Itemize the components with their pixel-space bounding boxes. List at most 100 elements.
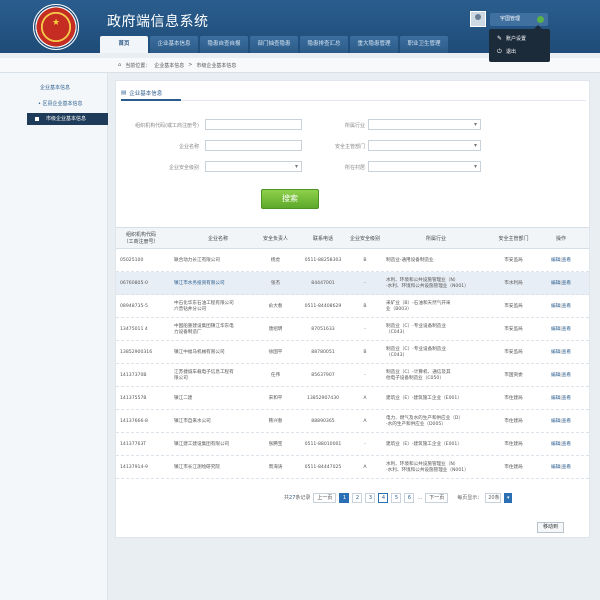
view-link[interactable]: 查看	[562, 258, 571, 264]
edit-link[interactable]: 编辑	[551, 350, 560, 356]
view-link[interactable]: 查看	[562, 304, 571, 310]
home-icon[interactable]: ⌂	[118, 62, 121, 69]
page-3-button[interactable]: 3	[365, 492, 376, 503]
col-phone: 联系电话	[312, 235, 333, 242]
page-6-button[interactable]: 6	[404, 492, 415, 503]
page-5-button[interactable]: 5	[391, 492, 402, 503]
location-select[interactable]	[368, 161, 481, 172]
cell-industry: 制造业（C）-专业设备制造业 （C043）	[386, 323, 446, 335]
wrench-icon: ✎	[497, 35, 503, 42]
edit-link[interactable]: 编辑	[551, 396, 560, 402]
prev-page-button[interactable]: 上一页	[313, 492, 337, 503]
breadcrumb-item[interactable]: 市级企业基本信息	[196, 62, 236, 69]
edit-link[interactable]: 编辑	[551, 442, 560, 448]
edit-link[interactable]: 编辑	[551, 465, 560, 471]
breadcrumb-prefix: 当前位置：	[125, 63, 151, 69]
user-dropdown: ✎ 账户设置 ⏻ 退出	[489, 25, 550, 62]
menu-item-account-settings[interactable]: ✎ 账户设置	[497, 33, 526, 45]
col-level: 企业安全级别	[349, 235, 380, 242]
view-link[interactable]: 查看	[562, 373, 571, 379]
cell-code: 13475011 4	[120, 326, 148, 332]
view-link[interactable]: 查看	[562, 350, 571, 356]
tab-dept-inspection[interactable]: 部门抽查隐患	[250, 36, 298, 53]
edit-link[interactable]: 编辑	[551, 327, 560, 333]
table-row[interactable]: 08948735-5 中石化华东石油工程有限公司 六普钻井分公司 俞大春 0511-8…	[116, 295, 589, 318]
cell-level: A	[363, 395, 367, 401]
cell-phone: 84447001	[311, 280, 335, 286]
cell-person: 张腾宝	[268, 441, 283, 447]
app-title: 政府端信息系统	[107, 14, 209, 30]
breadcrumb-item[interactable]: 企业基本信息	[154, 62, 184, 69]
pagination: 共27条记录 上一页 1 2 3 4 5 6 ... 下一页 每页显示： 20条…	[284, 492, 513, 503]
table-row[interactable]: 14137370B 江苏捷诚车载电子信息工程有 限公司 任伟 85637907 - 制造业…	[116, 364, 589, 387]
tab-enterprise-info[interactable]: 企业基本信息	[150, 36, 198, 53]
table-row[interactable]: 14137557B 镇江二建 宋和平 13852907430 A 建筑业（E）-建筑施工企…	[116, 387, 589, 410]
sidebar-item-label: 区县企业基本信息	[42, 101, 83, 107]
industry-select[interactable]	[368, 119, 481, 130]
view-link[interactable]: 查看	[562, 327, 571, 333]
view-link[interactable]: 查看	[562, 281, 571, 287]
view-link[interactable]: 查看	[562, 465, 571, 471]
cell-phone: 0511-88010001	[304, 441, 342, 447]
cell-phone: 0511-88258303	[304, 257, 342, 263]
sidebar: 企业基本信息 • 区县企业基本信息 市级企业基本信息	[0, 73, 108, 600]
dept-label: 安全主管部门	[334, 144, 365, 150]
edit-link[interactable]: 编辑	[551, 258, 560, 264]
page-2-button[interactable]: 2	[352, 492, 363, 503]
table-row[interactable]: 14137666-8 镇江市自来水公司 韩兴春 88890365 A 电力、燃气及水的生产…	[116, 410, 589, 433]
edit-link[interactable]: 编辑	[551, 304, 560, 310]
view-link[interactable]: 查看	[562, 419, 571, 425]
cell-person: 唐绍明	[268, 326, 283, 332]
divider	[121, 99, 586, 101]
menu-item-logout[interactable]: ⏻ 退出	[497, 46, 516, 58]
table-row[interactable]: 13475011 4 中国船重建设集团镇江华东电 力设备制造厂 唐绍明 8705163…	[116, 318, 589, 341]
cell-dept: 市住建局	[504, 464, 523, 470]
tab-major-hazard[interactable]: 重大隐患管理	[350, 36, 398, 53]
chevron-down-icon[interactable]: ▾	[504, 492, 513, 503]
cell-phone: 13852907430	[306, 395, 340, 401]
per-page-select[interactable]: 20条	[485, 492, 502, 503]
view-link[interactable]: 查看	[562, 396, 571, 402]
dept-select[interactable]	[368, 140, 481, 151]
edit-link[interactable]: 编辑	[551, 419, 560, 425]
cell-code: 06760805-0	[120, 280, 148, 286]
edit-link[interactable]: 编辑	[551, 373, 560, 379]
avatar[interactable]	[470, 11, 486, 27]
table-row[interactable]: 14137763T 镇江建工建设集团有限公司 张腾宝 0511-88010001 - 建筑…	[116, 433, 589, 456]
cell-person: 韩兴春	[268, 418, 283, 424]
chevron-down-icon[interactable]	[537, 16, 544, 23]
move-to-button[interactable]: 移动到	[537, 522, 564, 533]
cell-level: -	[364, 326, 366, 332]
sidebar-item-city[interactable]: 市级企业基本信息	[27, 113, 108, 125]
tab-home[interactable]: 首页	[100, 36, 148, 53]
table-row[interactable]: 06760805-0 镇江市水务投资有限公司 张杰 84447001 - 水利、环境和公共…	[116, 272, 589, 295]
cell-dept: 市安监局	[504, 257, 523, 263]
cell-code: 14137557B	[120, 395, 147, 401]
next-page-button[interactable]: 下一页	[425, 492, 449, 503]
tab-hazard-summary[interactable]: 隐患排查汇总	[300, 36, 348, 53]
table-row[interactable]: 05025100 联合动力长江有限公司 杨虎 0511-88258303 B 制造业-通用…	[116, 249, 589, 272]
cell-industry: 制造业（C）-专业设备制造业 （C043）	[386, 346, 446, 358]
page-4-button[interactable]: 4	[378, 492, 389, 503]
edit-link[interactable]: 编辑	[551, 281, 560, 287]
breadcrumb-separator: >	[188, 62, 193, 68]
cell-person: 周海涛	[268, 464, 283, 470]
cell-dept: 市安监局	[504, 326, 523, 332]
page-1-button[interactable]: 1	[339, 492, 350, 503]
table-body: 05025100 联合动力长江有限公司 杨虎 0511-88258303 B 制造业-通用…	[116, 249, 589, 479]
cell-industry: 电力、燃气及水的生产和供应业（D） -水的生产和供应业（D005）	[386, 415, 464, 427]
cell-phone: 0511-84408629	[304, 303, 342, 309]
sidebar-item-county[interactable]: • 区县企业基本信息	[38, 98, 83, 110]
tab-self-check[interactable]: 隐患自查自报	[200, 36, 248, 53]
search-button[interactable]: 搜索	[261, 189, 319, 209]
cell-dept: 市水利局	[504, 280, 523, 286]
per-page-label: 每页显示：	[457, 495, 483, 501]
company-name-label: 企业名称	[178, 144, 199, 150]
col-industry: 所属行业	[425, 235, 446, 242]
total-records: 共27条记录	[284, 494, 310, 501]
view-link[interactable]: 查看	[562, 442, 571, 448]
table-row[interactable]: 14137914-9 镇江市长江测绘研究院 周海涛 0511-84447025 A 水利、…	[116, 456, 589, 479]
tab-occupational-health[interactable]: 职业卫生管理	[400, 36, 448, 53]
cell-industry: 采矿业（B）-石油和天然气开采 业（B003）	[386, 300, 451, 312]
table-row[interactable]: 13852900316 镇江中福马机械有限公司 徐国平 88780051 B 制造业（C）…	[116, 341, 589, 364]
